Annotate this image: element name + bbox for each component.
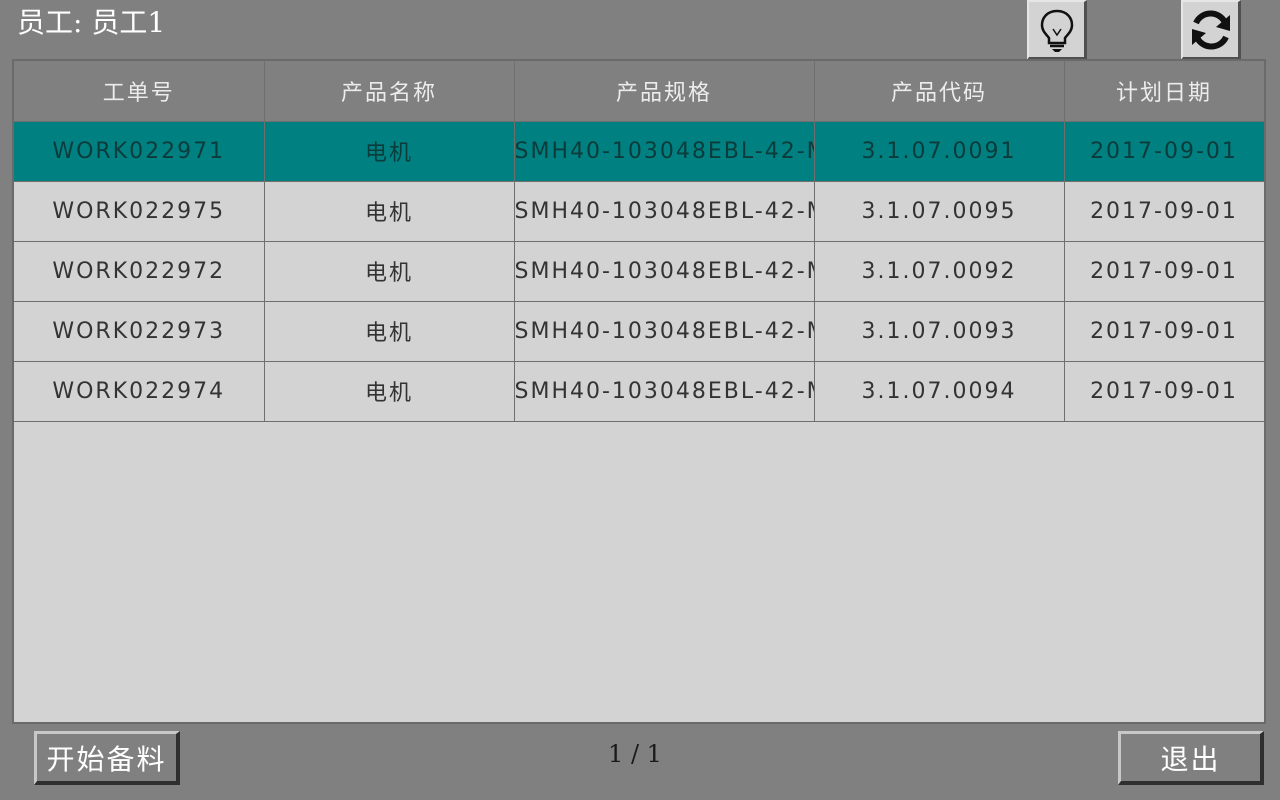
cell-plan-date: 2017-09-01	[1064, 181, 1264, 242]
cell-plan-date: 2017-09-01	[1064, 361, 1264, 422]
cell-product-code: 3.1.07.0091	[814, 121, 1065, 182]
cell-product-code: 3.1.07.0095	[814, 181, 1065, 242]
cell-product-code: 3.1.07.0093	[814, 301, 1065, 362]
work-order-table: 工单号 产品名称 产品规格 产品代码 计划日期 WORK022971 电机 SM…	[12, 59, 1266, 724]
table-row[interactable]: WORK022975 电机 SMH40-103048EBL-42-M3 3.1.…	[14, 181, 1264, 242]
refresh-icon	[1191, 10, 1230, 49]
cell-work-order: WORK022972	[14, 241, 265, 302]
hint-button[interactable]	[1027, 0, 1087, 60]
table-row[interactable]: WORK022973 电机 SMH40-103048EBL-42-M3 3.1.…	[14, 301, 1264, 362]
column-header-product-name: 产品名称	[264, 61, 515, 122]
cell-work-order: WORK022973	[14, 301, 265, 362]
column-header-product-code: 产品代码	[814, 61, 1065, 122]
column-header-work-order: 工单号	[14, 61, 265, 122]
column-header-product-spec: 产品规格	[514, 61, 815, 122]
cell-product-name: 电机	[264, 181, 515, 242]
page-title: 员工: 员工1	[17, 6, 166, 39]
cell-work-order: WORK022971	[14, 121, 265, 182]
table-row[interactable]: WORK022974 电机 SMH40-103048EBL-42-M3 3.1.…	[14, 361, 1264, 422]
table-header-row: 工单号 产品名称 产品规格 产品代码 计划日期	[14, 61, 1264, 122]
cell-plan-date: 2017-09-01	[1064, 241, 1264, 302]
exit-button[interactable]: 退出	[1118, 731, 1264, 785]
cell-product-spec: SMH40-103048EBL-42-M3	[514, 121, 815, 182]
cell-product-spec: SMH40-103048EBL-42-M3	[514, 301, 815, 362]
cell-plan-date: 2017-09-01	[1064, 301, 1264, 362]
cell-product-code: 3.1.07.0094	[814, 361, 1065, 422]
cell-product-spec: SMH40-103048EBL-42-M3	[514, 241, 815, 302]
cell-product-name: 电机	[264, 301, 515, 362]
cell-plan-date: 2017-09-01	[1064, 121, 1264, 182]
cell-work-order: WORK022974	[14, 361, 265, 422]
lightbulb-icon	[1040, 9, 1073, 52]
cell-product-name: 电机	[264, 121, 515, 182]
cell-product-spec: SMH40-103048EBL-42-M3	[514, 361, 815, 422]
table-row[interactable]: WORK022971 电机 SMH40-103048EBL-42-M3 3.1.…	[14, 121, 1264, 182]
cell-product-name: 电机	[264, 361, 515, 422]
cell-product-code: 3.1.07.0092	[814, 241, 1065, 302]
page-indicator: 1 / 1	[608, 740, 662, 768]
cell-product-name: 电机	[264, 241, 515, 302]
refresh-button[interactable]	[1181, 0, 1241, 60]
start-preparation-button[interactable]: 开始备料	[34, 731, 180, 785]
column-header-plan-date: 计划日期	[1064, 61, 1264, 122]
cell-product-spec: SMH40-103048EBL-42-M3	[514, 181, 815, 242]
cell-work-order: WORK022975	[14, 181, 265, 242]
table-row[interactable]: WORK022972 电机 SMH40-103048EBL-42-M3 3.1.…	[14, 241, 1264, 302]
